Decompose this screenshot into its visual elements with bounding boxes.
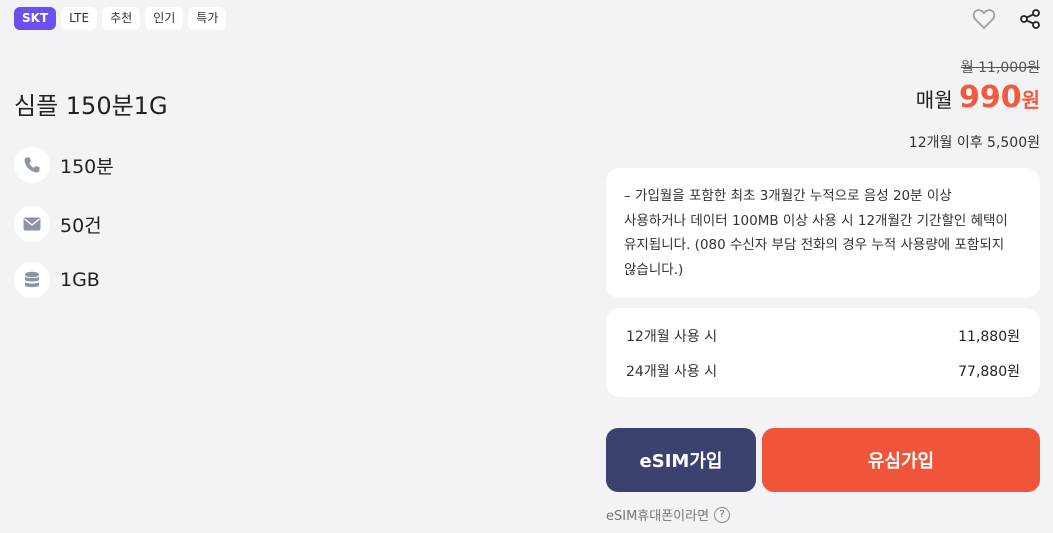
- monthly-price: 매월 990원: [916, 80, 1040, 115]
- cost-row-12: 12개월 사용 시 11,880원: [626, 324, 1020, 359]
- feature-data-text: 1GB: [60, 269, 100, 291]
- question-icon[interactable]: ?: [714, 506, 731, 523]
- tag-list: SKT LTE 추천 인기 특가: [14, 7, 227, 30]
- cost-label: 12개월 사용 시: [626, 329, 718, 345]
- plan-title: 심플 150분1G: [14, 92, 168, 120]
- esim-help: eSIM휴대폰이라면 ?: [606, 505, 731, 524]
- monthly-prefix: 매월: [915, 88, 953, 112]
- cost-row-24: 24개월 사용 시 77,880원: [626, 359, 1020, 394]
- tag-network: LTE: [61, 7, 98, 30]
- notice-line: – 가입월을 포함한 최초 3개월간 누적으로 음성 20분 이상: [624, 188, 952, 204]
- esim-help-label: eSIM휴대폰이라면: [606, 509, 710, 524]
- tag-recommended: 추천: [102, 7, 141, 30]
- tag-special: 특가: [188, 7, 227, 30]
- tag-popular: 인기: [145, 7, 184, 30]
- discount-notice: – 가입월을 포함한 최초 3개월간 누적으로 음성 20분 이상 사용하거나 …: [606, 168, 1040, 298]
- notice-line: 유지됩니다. (080 수신자 부담 전화의 경우 누적 사용량에 포함되지: [624, 237, 1005, 253]
- usim-signup-button[interactable]: 유심가입: [762, 428, 1040, 492]
- price-after-discount: 12개월 이후 5,500원: [908, 135, 1040, 151]
- notice-line: 않습니다.): [624, 261, 684, 278]
- feature-voice-text: 150분: [60, 155, 114, 178]
- database-icon: [14, 262, 50, 298]
- share-icon[interactable]: [1018, 8, 1042, 30]
- esim-signup-button[interactable]: eSIM가입: [606, 428, 756, 492]
- feature-data: 1GB: [14, 262, 100, 298]
- cost-summary: 12개월 사용 시 11,880원 24개월 사용 시 77,880원: [606, 308, 1040, 397]
- monthly-unit: 원: [1021, 88, 1040, 112]
- mail-icon: [14, 206, 50, 242]
- heart-icon[interactable]: [972, 8, 996, 30]
- cost-label: 24개월 사용 시: [626, 364, 718, 380]
- original-price: 월 11,000원: [960, 60, 1040, 76]
- tag-carrier: SKT: [14, 7, 57, 30]
- phone-icon: [14, 147, 50, 183]
- notice-line: 사용하거나 데이터 100MB 이상 사용 시 12개월간 기간할인 혜택이: [624, 212, 1008, 229]
- cost-amount: 11,880원: [958, 329, 1020, 345]
- feature-sms: 50건: [14, 206, 102, 242]
- feature-voice: 150분: [14, 147, 114, 183]
- cost-amount: 77,880원: [958, 364, 1020, 380]
- monthly-value: 990: [958, 80, 1022, 115]
- feature-sms-text: 50건: [60, 214, 102, 237]
